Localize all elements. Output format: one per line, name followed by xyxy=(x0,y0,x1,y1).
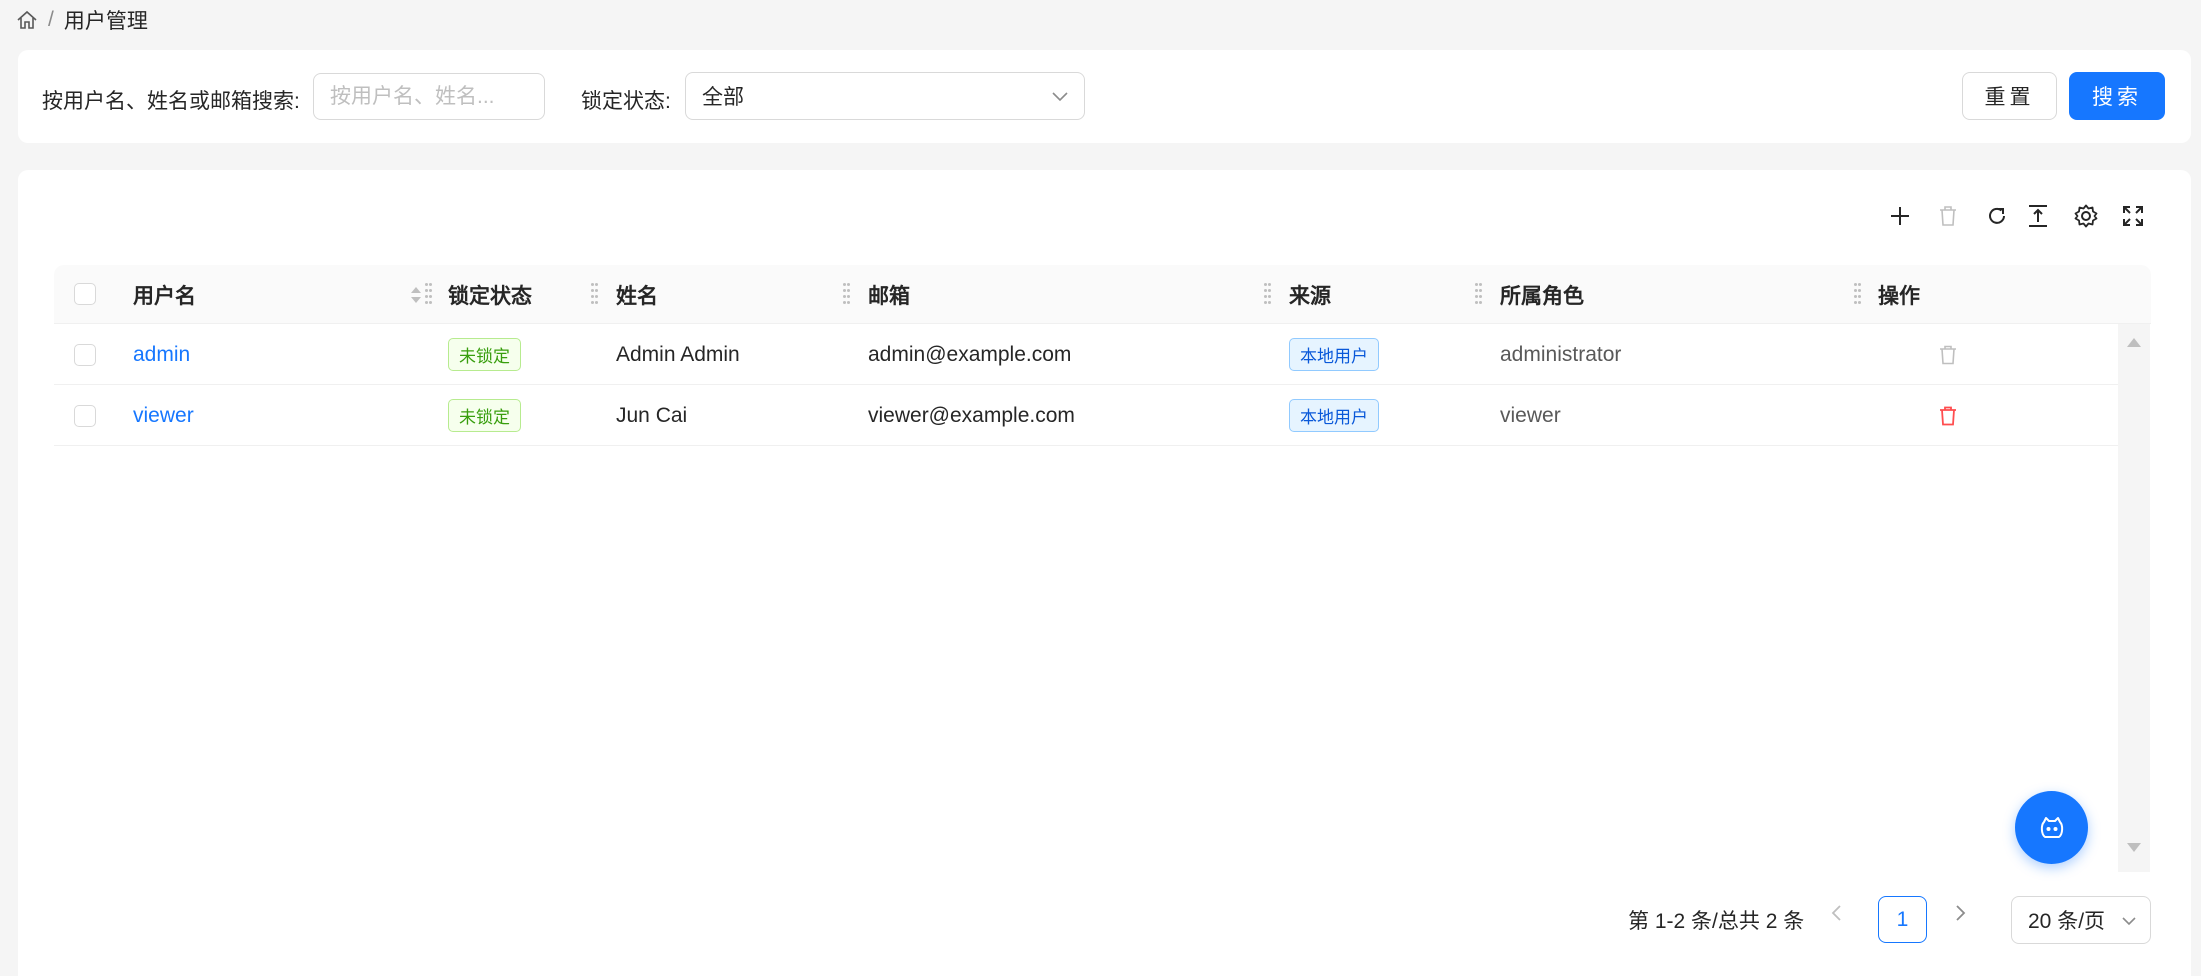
chevron-down-icon xyxy=(2122,908,2136,932)
column-resize-handle[interactable] xyxy=(843,283,851,307)
role-cell: administrator xyxy=(1500,342,1622,366)
column-header-actions: 操作 xyxy=(1878,284,1920,308)
gear-icon[interactable] xyxy=(2072,202,2100,230)
source-tag: 本地用户 xyxy=(1289,399,1379,432)
column-header-name[interactable]: 姓名 xyxy=(616,265,658,324)
scroll-up-icon[interactable] xyxy=(2126,336,2142,348)
username-link[interactable]: viewer xyxy=(133,385,194,446)
lock-status-value: 全部 xyxy=(702,86,744,109)
table-scrollbar[interactable] xyxy=(2118,324,2150,872)
name-cell: Jun Cai xyxy=(616,403,688,427)
column-header-role[interactable]: 所属角色 xyxy=(1500,265,1584,324)
breadcrumb-separator: / xyxy=(48,8,54,31)
column-header-email[interactable]: 邮箱 xyxy=(868,265,910,324)
column-header-lock-status[interactable]: 锁定状态 xyxy=(448,265,532,324)
chevron-down-icon xyxy=(1052,84,1068,108)
plus-icon[interactable] xyxy=(1886,202,1914,230)
search-form: 按用户名、姓名或邮箱搜索: 锁定状态: 全部 重置 搜索 xyxy=(18,50,2191,143)
email-cell: viewer@example.com xyxy=(868,403,1075,427)
sort-icon[interactable] xyxy=(408,282,424,314)
reset-button[interactable]: 重置 xyxy=(1962,72,2057,120)
column-resize-handle[interactable] xyxy=(425,283,433,307)
search-label: 按用户名、姓名或邮箱搜索: xyxy=(42,90,300,113)
column-header-username[interactable]: 用户名 xyxy=(133,265,196,324)
lock-status-tag: 未锁定 xyxy=(448,399,521,432)
source-tag: 本地用户 xyxy=(1289,338,1379,371)
column-resize-handle[interactable] xyxy=(1475,283,1483,307)
row-checkbox[interactable] xyxy=(74,324,96,385)
table-row: viewer 未锁定 Jun Cai viewer@example.com 本地… xyxy=(54,385,2118,446)
column-header-source[interactable]: 来源 xyxy=(1289,265,1331,324)
chevron-left-icon xyxy=(1830,902,1842,928)
lock-status-select[interactable]: 全部 xyxy=(685,72,1085,120)
pagination-total: 第 1-2 条/总共 2 条 xyxy=(1628,910,1805,933)
scroll-down-icon[interactable] xyxy=(2126,842,2142,854)
vertical-align-icon[interactable] xyxy=(2024,202,2052,230)
search-input[interactable] xyxy=(313,73,545,120)
name-cell: Admin Admin xyxy=(616,342,740,366)
delete-icon[interactable] xyxy=(1939,385,1957,446)
email-cell: admin@example.com xyxy=(868,342,1072,366)
robot-icon xyxy=(2040,816,2063,838)
page-size-select[interactable]: 20 条/页 xyxy=(2011,896,2151,944)
search-button[interactable]: 搜索 xyxy=(2069,72,2165,120)
reload-icon[interactable] xyxy=(1983,202,2011,230)
page-size-value: 20 条/页 xyxy=(2028,910,2106,933)
chevron-right-icon[interactable] xyxy=(1955,902,1967,928)
column-resize-handle[interactable] xyxy=(1854,283,1862,307)
home-icon[interactable] xyxy=(16,10,38,30)
table-header: 用户名 锁定状态 姓名 邮箱 来源 所属角色 操作 xyxy=(54,265,2151,324)
username-link[interactable]: admin xyxy=(133,324,190,385)
column-resize-handle[interactable] xyxy=(591,283,599,307)
row-checkbox[interactable] xyxy=(74,385,96,446)
column-resize-handle[interactable] xyxy=(1264,283,1272,307)
page-item[interactable]: 1 xyxy=(1878,896,1927,943)
role-cell: viewer xyxy=(1500,403,1561,427)
trash-icon xyxy=(1934,202,1962,230)
lock-status-label: 锁定状态: xyxy=(581,90,671,113)
lock-status-tag: 未锁定 xyxy=(448,338,521,371)
breadcrumb-current: 用户管理 xyxy=(63,10,148,33)
select-all-checkbox[interactable] xyxy=(74,283,96,305)
table-row: admin 未锁定 Admin Admin admin@example.com … xyxy=(54,324,2118,385)
assistant-fab[interactable] xyxy=(2015,791,2088,864)
breadcrumb: / 用户管理 xyxy=(16,6,148,34)
delete-icon xyxy=(1939,324,1957,385)
fullscreen-icon[interactable] xyxy=(2119,202,2147,230)
